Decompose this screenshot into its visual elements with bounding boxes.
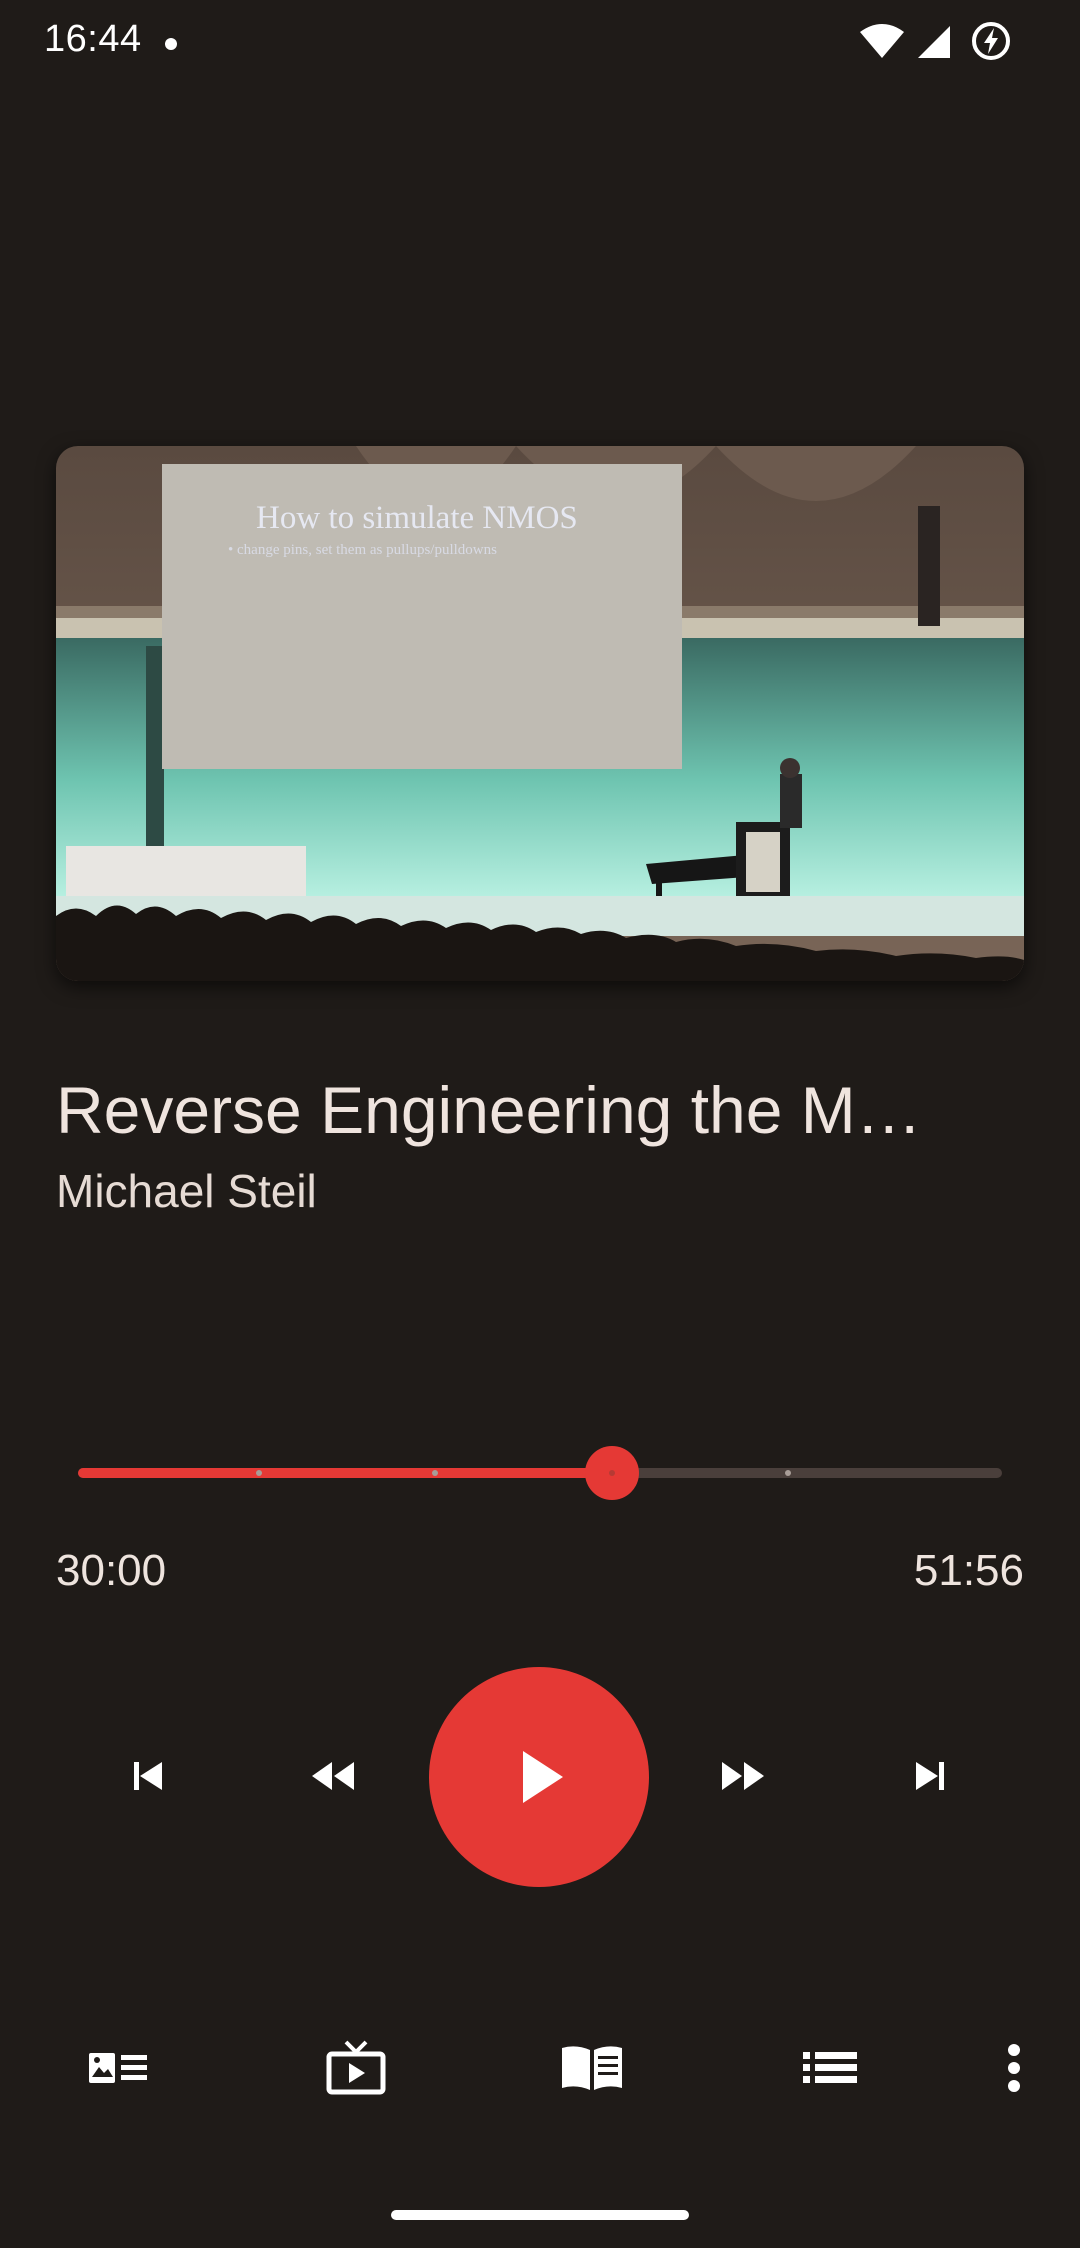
description-button[interactable] (78, 2028, 158, 2108)
cell-signal-icon (918, 26, 950, 58)
video-icon (326, 2040, 386, 2095)
more-vert-icon (1008, 2044, 1020, 2092)
rewind-button[interactable] (294, 1736, 374, 1816)
slide-title: How to simulate NMOS (256, 500, 578, 536)
fast-forward-icon (722, 1762, 764, 1790)
skip-next-button[interactable] (890, 1736, 970, 1816)
play-button[interactable] (429, 1667, 649, 1887)
seek-thumb[interactable] (585, 1446, 640, 1500)
total-time: 51:56 (913, 1546, 1024, 1595)
player-screen: 16:44 How to simulate NMOS • change pins… (0, 0, 1080, 2248)
fast-forward-button[interactable] (702, 1736, 782, 1816)
wifi-icon (860, 24, 904, 58)
status-bar: 16:44 (0, 0, 1080, 84)
seek-progress (78, 1468, 613, 1478)
queue-list-icon (803, 2052, 857, 2083)
chapters-book-icon (562, 2046, 622, 2090)
elapsed-time: 30:00 (56, 1546, 167, 1595)
home-indicator[interactable] (391, 2210, 689, 2220)
status-icons (860, 20, 1020, 64)
seek-slider[interactable] (78, 1446, 1002, 1500)
video-button[interactable] (316, 2028, 396, 2108)
skip-next-icon (916, 1762, 944, 1790)
more-options-button[interactable] (974, 2028, 1054, 2108)
episode-artwork: How to simulate NMOS • change pins, set … (56, 446, 1024, 981)
rewind-icon (312, 1762, 354, 1790)
episode-author: Michael Steil (56, 1165, 317, 1217)
queue-button[interactable] (790, 2028, 870, 2108)
episode-title: Reverse Engineering the M… (56, 1073, 922, 1147)
description-icon (89, 2053, 147, 2083)
battery-charging-icon (972, 22, 1010, 60)
notification-dot-icon (165, 38, 177, 50)
status-time: 16:44 (44, 18, 142, 60)
chapter-mark (784, 1470, 791, 1476)
skip-previous-icon (134, 1762, 162, 1790)
skip-previous-button[interactable] (108, 1736, 188, 1816)
slide-bullet: • change pins, set them as pullups/pulld… (228, 542, 497, 558)
chapter-mark (431, 1470, 438, 1476)
play-icon (523, 1751, 563, 1803)
chapters-button[interactable] (552, 2028, 632, 2108)
